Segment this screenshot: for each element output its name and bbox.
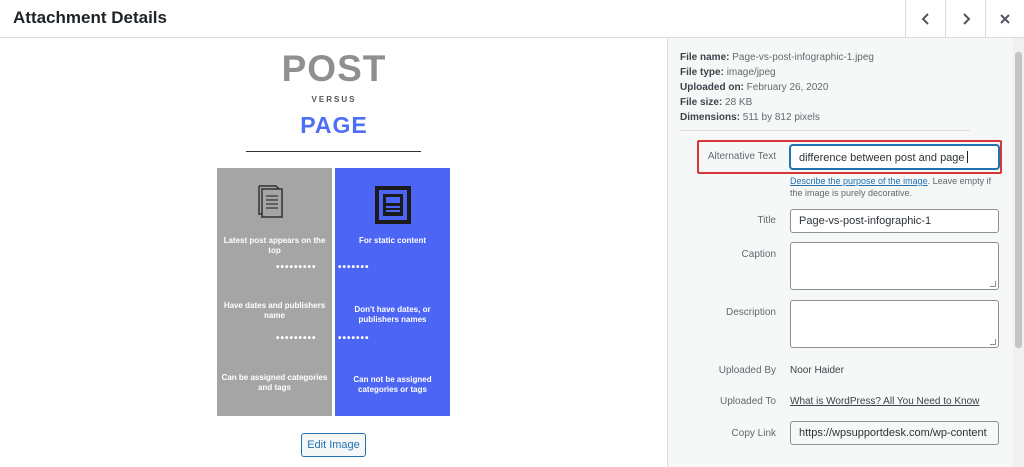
uploaded-to-label: Uploaded To [720, 396, 776, 407]
file-name-label: File name: [680, 52, 730, 63]
uploaded-on-value: February 26, 2020 [746, 82, 829, 93]
file-size-value: 28 KB [725, 97, 753, 108]
copy-link-input[interactable]: https://wpsupportdesk.com/wp-content [790, 421, 999, 445]
chevron-left-icon [921, 12, 929, 25]
text-cursor [966, 151, 968, 163]
file-size-label: File size: [680, 97, 723, 108]
file-details: File name: Page-vs-post-infographic-1.jp… [680, 50, 874, 125]
uploaded-by-value: Noor Haider [790, 365, 844, 376]
dimensions-label: Dimensions: [680, 112, 741, 123]
infographic-versus: VERSUS [311, 95, 357, 104]
dotted-separator: ••••••••• [276, 262, 317, 273]
modal-title: Attachment Details [13, 8, 167, 27]
alt-text-input[interactable]: difference between post and page [790, 145, 999, 169]
page-item-1: For static content [358, 236, 427, 245]
file-type-label: File type: [680, 67, 724, 78]
alt-text-help: Describe the purpose of the image. Leave… [790, 175, 1005, 199]
page-item-2: Don't have dates, or publishers names [354, 305, 431, 324]
infographic-page-column: For static content ••••••• Don't have da… [335, 168, 450, 416]
modal-header: Attachment Details [0, 0, 1024, 38]
chevron-right-icon [962, 12, 970, 25]
previous-button[interactable] [905, 0, 945, 37]
page-item-3: Can not be assigned categories or tags [353, 375, 432, 394]
uploaded-on-label: Uploaded on: [680, 82, 744, 93]
description-label: Description [725, 307, 776, 318]
details-divider [680, 130, 970, 131]
dimensions-value: 511 by 812 pixels [742, 112, 820, 123]
close-button[interactable] [985, 0, 1024, 37]
post-item-2: Have dates and publishers name [223, 301, 326, 320]
page-document-icon [375, 186, 411, 224]
alt-text-help-link[interactable]: Describe the purpose of the image [790, 176, 928, 186]
alt-text-value: difference between post and page [799, 152, 965, 164]
edit-image-button[interactable]: Edit Image [301, 433, 366, 457]
dotted-separator: ••••••••• [276, 333, 317, 344]
title-input[interactable]: Page-vs-post-infographic-1 [790, 209, 999, 233]
resize-grip-icon[interactable] [990, 339, 996, 345]
alt-text-label: Alternative Text [707, 151, 776, 162]
dotted-separator: ••••••• [338, 262, 370, 273]
resize-grip-icon[interactable] [990, 281, 996, 287]
scrollbar-thumb[interactable] [1015, 52, 1022, 348]
close-icon [1000, 13, 1010, 24]
copy-link-label: Copy Link [731, 428, 776, 439]
dotted-separator: ••••••• [338, 333, 370, 344]
post-item-3: Can be assigned categories and tags [221, 373, 328, 392]
infographic-post-column: Latest post appears on the top •••••••••… [217, 168, 332, 416]
caption-textarea[interactable] [790, 242, 999, 290]
infographic-title-page: PAGE [300, 112, 368, 138]
post-item-1: Latest post appears on the top [223, 236, 326, 255]
title-label: Title [757, 215, 776, 226]
file-type-value: image/jpeg [726, 67, 776, 78]
infographic-title-post: POST [281, 48, 387, 89]
infographic-image: POST VERSUS PAGE Latest post appears on … [216, 38, 452, 418]
infographic-divider [246, 151, 421, 152]
file-name-value: Page-vs-post-infographic-1.jpeg [732, 52, 874, 63]
next-button[interactable] [945, 0, 985, 37]
description-textarea[interactable] [790, 300, 999, 348]
uploaded-to-link[interactable]: What is WordPress? All You Need to Know [790, 396, 979, 407]
uploaded-by-label: Uploaded By [718, 365, 776, 376]
caption-label: Caption [741, 249, 776, 260]
documents-icon [258, 185, 283, 218]
